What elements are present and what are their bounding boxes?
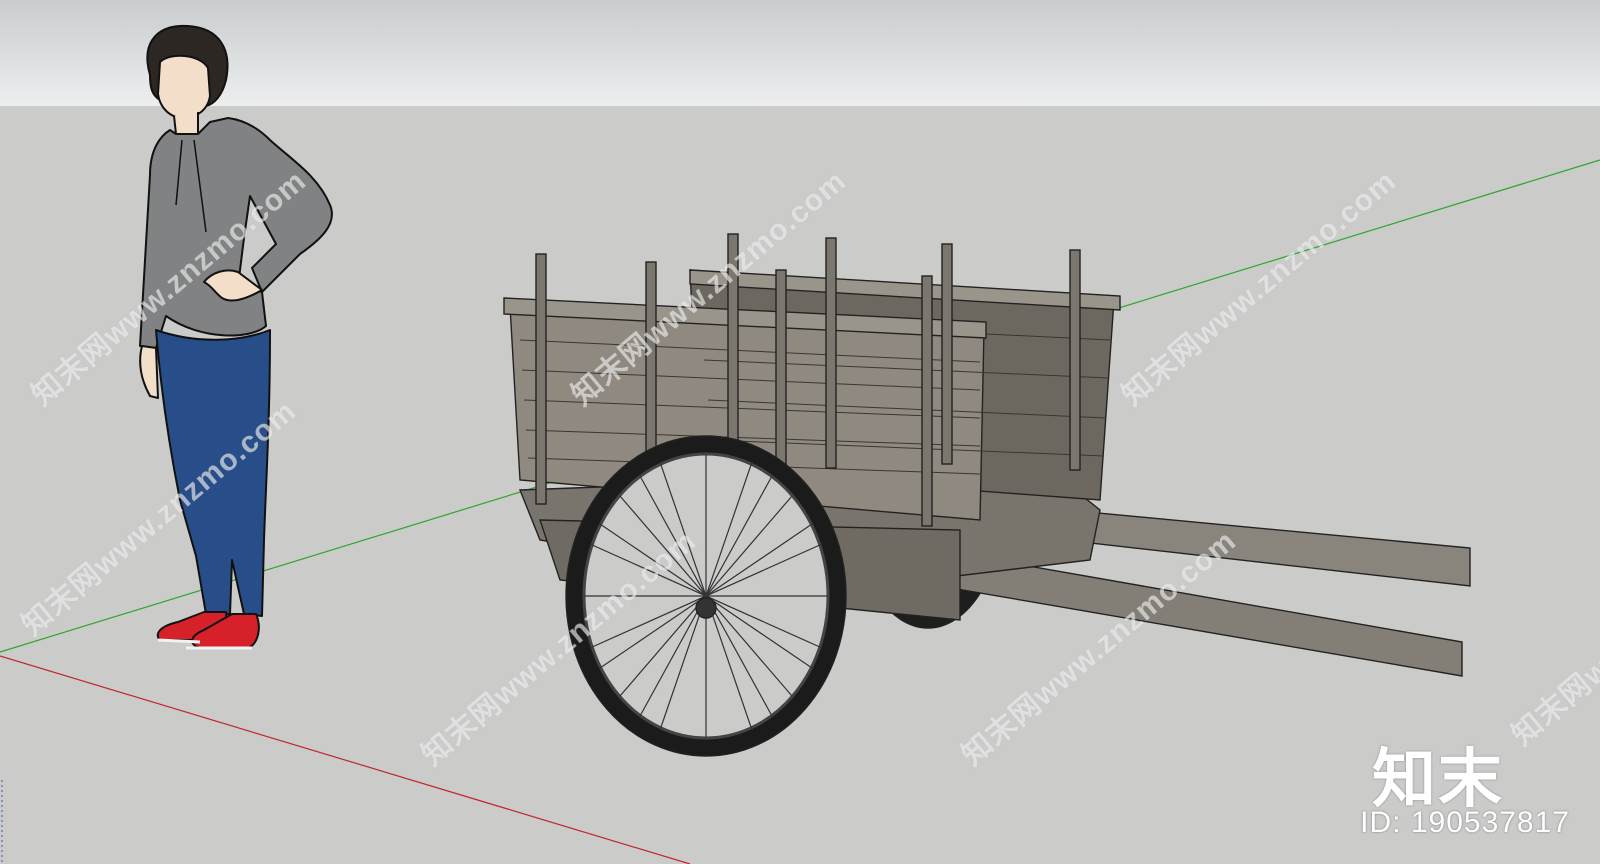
figure-hand-left xyxy=(139,345,159,399)
figure-hoodie xyxy=(139,117,333,349)
wheel-hub xyxy=(695,597,717,619)
model-canvas[interactable] xyxy=(0,0,1600,864)
sketchup-viewport[interactable]: 知末网www.znzmo.com 知末网www.znzmo.com 知末网www… xyxy=(0,0,1600,864)
human-figure[interactable] xyxy=(139,24,333,650)
figure-jeans xyxy=(155,329,271,617)
red-axis xyxy=(0,655,691,864)
asset-id-label: ID: 190537817 xyxy=(1360,806,1570,839)
figure-face xyxy=(157,54,211,119)
wicker-hand-cart[interactable] xyxy=(503,233,1471,757)
near-wheel xyxy=(565,435,847,757)
